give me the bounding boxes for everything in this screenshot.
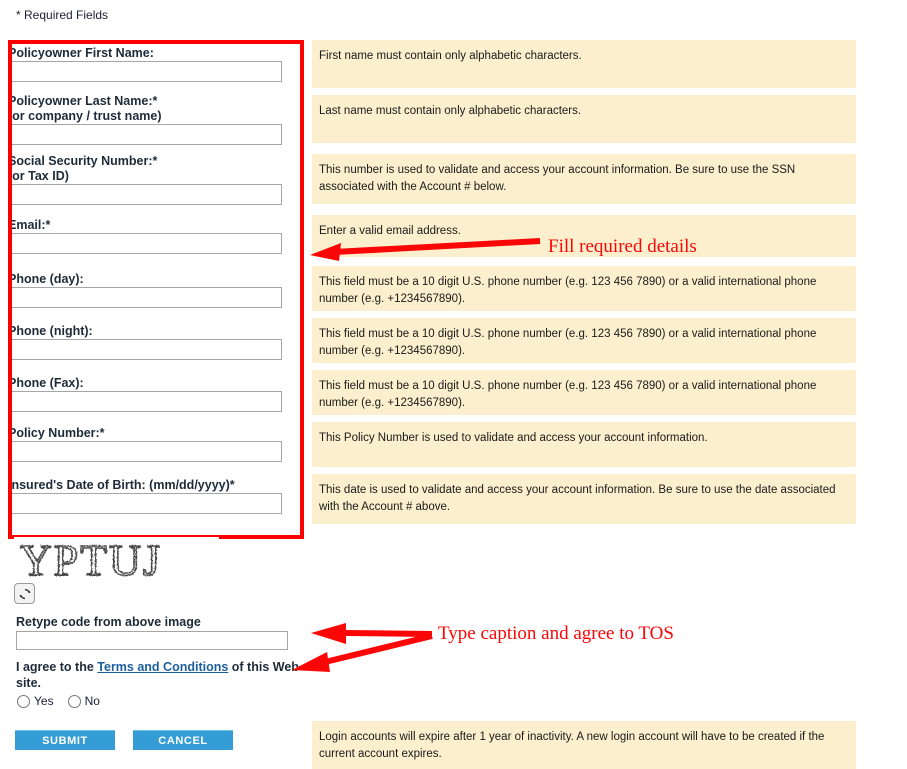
field-input[interactable] xyxy=(8,61,282,82)
field-input[interactable] xyxy=(8,287,282,308)
form-field: Policyowner Last Name:* (or company / tru… xyxy=(0,94,296,145)
annotation-arrow-2 xyxy=(311,623,433,644)
form-field: Policyowner First Name: xyxy=(0,46,296,82)
refresh-icon xyxy=(18,588,31,599)
terms-agreement: I agree to the Terms and Conditions of t… xyxy=(16,659,306,691)
form-field: Phone (Fax): xyxy=(0,376,296,412)
terms-radio-yes[interactable]: Yes xyxy=(17,694,54,708)
form-field: Social Security Number:* (or Tax ID) xyxy=(0,154,296,205)
help-panel-text: First name must contain only alphabetic … xyxy=(319,50,582,62)
field-sublabel: (or Tax ID) xyxy=(8,169,69,183)
field-input[interactable] xyxy=(8,184,282,205)
terms-radio-no-label: No xyxy=(84,694,100,708)
help-panel: This field must be a 10 digit U.S. phone… xyxy=(312,318,856,363)
field-sublabel: (or company / trust name) xyxy=(8,109,162,123)
field-input[interactable] xyxy=(8,493,282,514)
help-panel: This Policy Number is used to validate a… xyxy=(312,422,856,467)
annotation-label-fill-required: Fill required details xyxy=(548,236,697,257)
field-label: Policy Number:* xyxy=(8,426,105,440)
help-panel: This number is used to validate and acce… xyxy=(312,154,856,204)
help-panel-text: This field must be a 10 digit U.S. phone… xyxy=(319,380,817,409)
terms-prefix: I agree to the xyxy=(16,660,98,674)
help-panel: Last name must contain only alphabetic c… xyxy=(312,95,856,143)
help-panel: This date is used to validate and access… xyxy=(312,474,856,524)
form-field: Insured's Date of Birth: (mm/dd/yyyy)* xyxy=(0,478,296,514)
help-panel-text: Last name must contain only alphabetic c… xyxy=(319,105,582,117)
form-actions: SUBMIT CANCEL xyxy=(15,730,233,750)
help-panel-text: This field must be a 10 digit U.S. phone… xyxy=(319,328,817,357)
terms-radio-no[interactable]: No xyxy=(67,694,100,708)
field-input[interactable] xyxy=(8,233,282,254)
terms-radio-group: Yes No xyxy=(17,694,100,708)
help-panel-text: This Policy Number is used to validate a… xyxy=(319,432,708,444)
terms-radio-yes-input[interactable] xyxy=(17,694,30,708)
form-field: Email:* xyxy=(0,218,296,254)
form-field: Phone (night): xyxy=(0,324,296,360)
help-panel-text: This number is used to validate and acce… xyxy=(319,164,796,193)
terms-radio-yes-label: Yes xyxy=(34,694,54,708)
field-label: Phone (Fax): xyxy=(8,376,84,390)
help-panel-text: This field must be a 10 digit U.S. phone… xyxy=(319,276,817,305)
captcha-refresh-button[interactable] xyxy=(14,583,35,604)
help-panel: This field must be a 10 digit U.S. phone… xyxy=(312,266,856,311)
field-input[interactable] xyxy=(8,391,282,412)
field-input[interactable] xyxy=(8,124,282,145)
field-label: Social Security Number:* xyxy=(8,154,158,168)
captcha-input[interactable] xyxy=(16,631,288,650)
field-input[interactable] xyxy=(8,339,282,360)
form-field: Policy Number:* xyxy=(0,426,296,462)
cancel-button[interactable]: CANCEL xyxy=(133,730,233,750)
help-panel-text: This date is used to validate and access… xyxy=(319,484,836,513)
field-label: Phone (night): xyxy=(8,324,93,338)
field-label: Policyowner Last Name:* xyxy=(8,94,158,108)
help-panel: First name must contain only alphabetic … xyxy=(312,40,856,88)
field-label: Insured's Date of Birth: (mm/dd/yyyy)* xyxy=(8,478,235,492)
footer-notice-panel: Login accounts will expire after 1 year … xyxy=(312,721,856,769)
captcha-retype-label: Retype code from above image xyxy=(16,615,201,629)
submit-button[interactable]: SUBMIT xyxy=(15,730,115,750)
field-label: Email:* xyxy=(8,218,51,232)
field-input[interactable] xyxy=(8,441,282,462)
footer-notice-text: Login accounts will expire after 1 year … xyxy=(319,731,825,760)
annotation-arrow-3 xyxy=(292,633,433,672)
field-label: Phone (day): xyxy=(8,272,84,286)
form-field: Phone (day): xyxy=(0,272,296,308)
field-label: Policyowner First Name: xyxy=(8,46,154,60)
annotation-label-type-caption: Type caption and agree to TOS xyxy=(438,623,674,644)
terms-radio-no-input[interactable] xyxy=(67,694,81,708)
terms-and-conditions-link[interactable]: Terms and Conditions xyxy=(97,660,228,674)
captcha-code-text: YPTUJ xyxy=(20,537,162,585)
help-panel: This field must be a 10 digit U.S. phone… xyxy=(312,370,856,415)
required-fields-note: * Required Fields xyxy=(16,8,109,22)
captcha-image: YPTUJ xyxy=(14,537,219,585)
